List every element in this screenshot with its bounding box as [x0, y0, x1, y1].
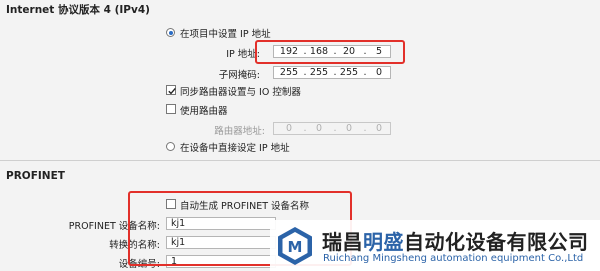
ip-address-label: IP 地址:	[226, 49, 260, 60]
company-watermark: M 瑞昌明盛自动化设备有限公司 Ruichang Mingsheng autom…	[270, 220, 600, 271]
router-octet-1: 0	[285, 123, 293, 134]
use-router-checkbox[interactable]	[166, 104, 176, 114]
router-address-label: 路由器地址:	[214, 126, 265, 137]
logo-letter: M	[288, 238, 303, 256]
company-name-en: Ruichang Mingsheng automation equipment …	[323, 253, 584, 264]
company-name-part1: 瑞昌	[322, 230, 363, 254]
company-name-part2: 明盛	[363, 230, 404, 254]
hexagon-logo-icon: M	[278, 227, 312, 265]
set-in-project-radio[interactable]	[166, 28, 175, 37]
ipv4-section-title: Internet 协议版本 4 (IPv4)	[6, 4, 150, 16]
company-logo: M	[274, 225, 316, 267]
subnet-octet-2: 255	[309, 67, 329, 78]
sync-router-label: 同步路由器设置与 IO 控制器	[180, 87, 301, 98]
set-in-project-label: 在项目中设置 IP 地址	[180, 29, 271, 40]
ip-highlight-box	[255, 40, 405, 64]
use-router-label: 使用路由器	[180, 106, 228, 117]
router-octet-2: 0	[315, 123, 323, 134]
subnet-octet-3: 255	[339, 67, 359, 78]
router-address-field[interactable]: 0 . 0 . 0 . 0	[273, 122, 391, 135]
subnet-octet-1: 255	[279, 67, 299, 78]
subnet-octet-4: 0	[375, 67, 383, 78]
set-on-device-radio[interactable]	[166, 142, 175, 151]
sync-router-checkbox[interactable]	[166, 85, 176, 95]
subnet-mask-label: 子网掩码:	[218, 70, 260, 81]
company-name-cn: 瑞昌明盛自动化设备有限公司	[322, 226, 589, 255]
profinet-section-title: PROFINET	[6, 170, 65, 182]
router-octet-3: 0	[345, 123, 353, 134]
company-name-part3: 自动化设备有限公司	[404, 230, 589, 254]
section-divider	[0, 160, 600, 161]
set-on-device-label: 在设备中直接设定 IP 地址	[180, 143, 290, 154]
subnet-mask-field[interactable]: 255 . 255 . 255 . 0	[273, 66, 391, 79]
checkmark-icon	[168, 87, 176, 95]
router-octet-4: 0	[375, 123, 383, 134]
